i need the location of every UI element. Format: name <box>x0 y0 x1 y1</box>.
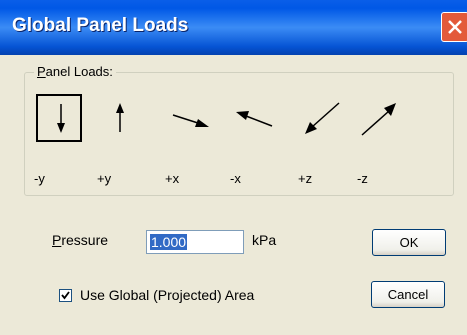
load-dir-neg-y-button[interactable] <box>36 94 82 142</box>
load-dir-pos-y-button[interactable] <box>97 94 143 142</box>
ok-button[interactable]: OK <box>372 229 446 256</box>
dir-label-pos-z: +z <box>298 171 313 186</box>
dir-label-pos-x: +x <box>165 171 180 186</box>
load-dir-pos-x-button[interactable] <box>165 94 211 142</box>
arrow-right-up-icon <box>361 103 396 136</box>
pressure-label: Pressure <box>52 232 109 248</box>
close-icon <box>448 20 462 34</box>
arrow-down-icon <box>57 104 65 133</box>
arrow-left-down-icon <box>305 102 340 134</box>
dir-label-neg-y: -y <box>34 171 45 186</box>
pressure-value: 1.000 <box>150 234 188 250</box>
load-dir-pos-z-button[interactable] <box>299 94 345 142</box>
panel-loads-label: Panel Loads: <box>34 64 116 79</box>
title-bar: Global Panel Loads <box>0 0 467 55</box>
window-title: Global Panel Loads <box>12 15 189 36</box>
load-dir-neg-x-button[interactable] <box>230 94 276 142</box>
pressure-input[interactable]: 1.000 <box>146 230 244 254</box>
close-button[interactable] <box>441 12 467 42</box>
dir-label-pos-y: +y <box>97 171 112 186</box>
use-global-area-checkbox[interactable] <box>59 289 72 302</box>
checkmark-icon <box>61 291 70 300</box>
arrow-left-up-icon <box>236 111 273 127</box>
dir-label-neg-z: -z <box>357 171 368 186</box>
cancel-button[interactable]: Cancel <box>371 281 445 308</box>
use-global-area-label: Use Global (Projected) Area <box>80 287 255 303</box>
arrow-right-down-icon <box>172 114 209 127</box>
arrow-up-icon <box>116 103 124 132</box>
pressure-unit: kPa <box>252 232 277 248</box>
dir-label-neg-x: -x <box>230 171 241 186</box>
load-dir-neg-z-button[interactable] <box>358 94 404 142</box>
